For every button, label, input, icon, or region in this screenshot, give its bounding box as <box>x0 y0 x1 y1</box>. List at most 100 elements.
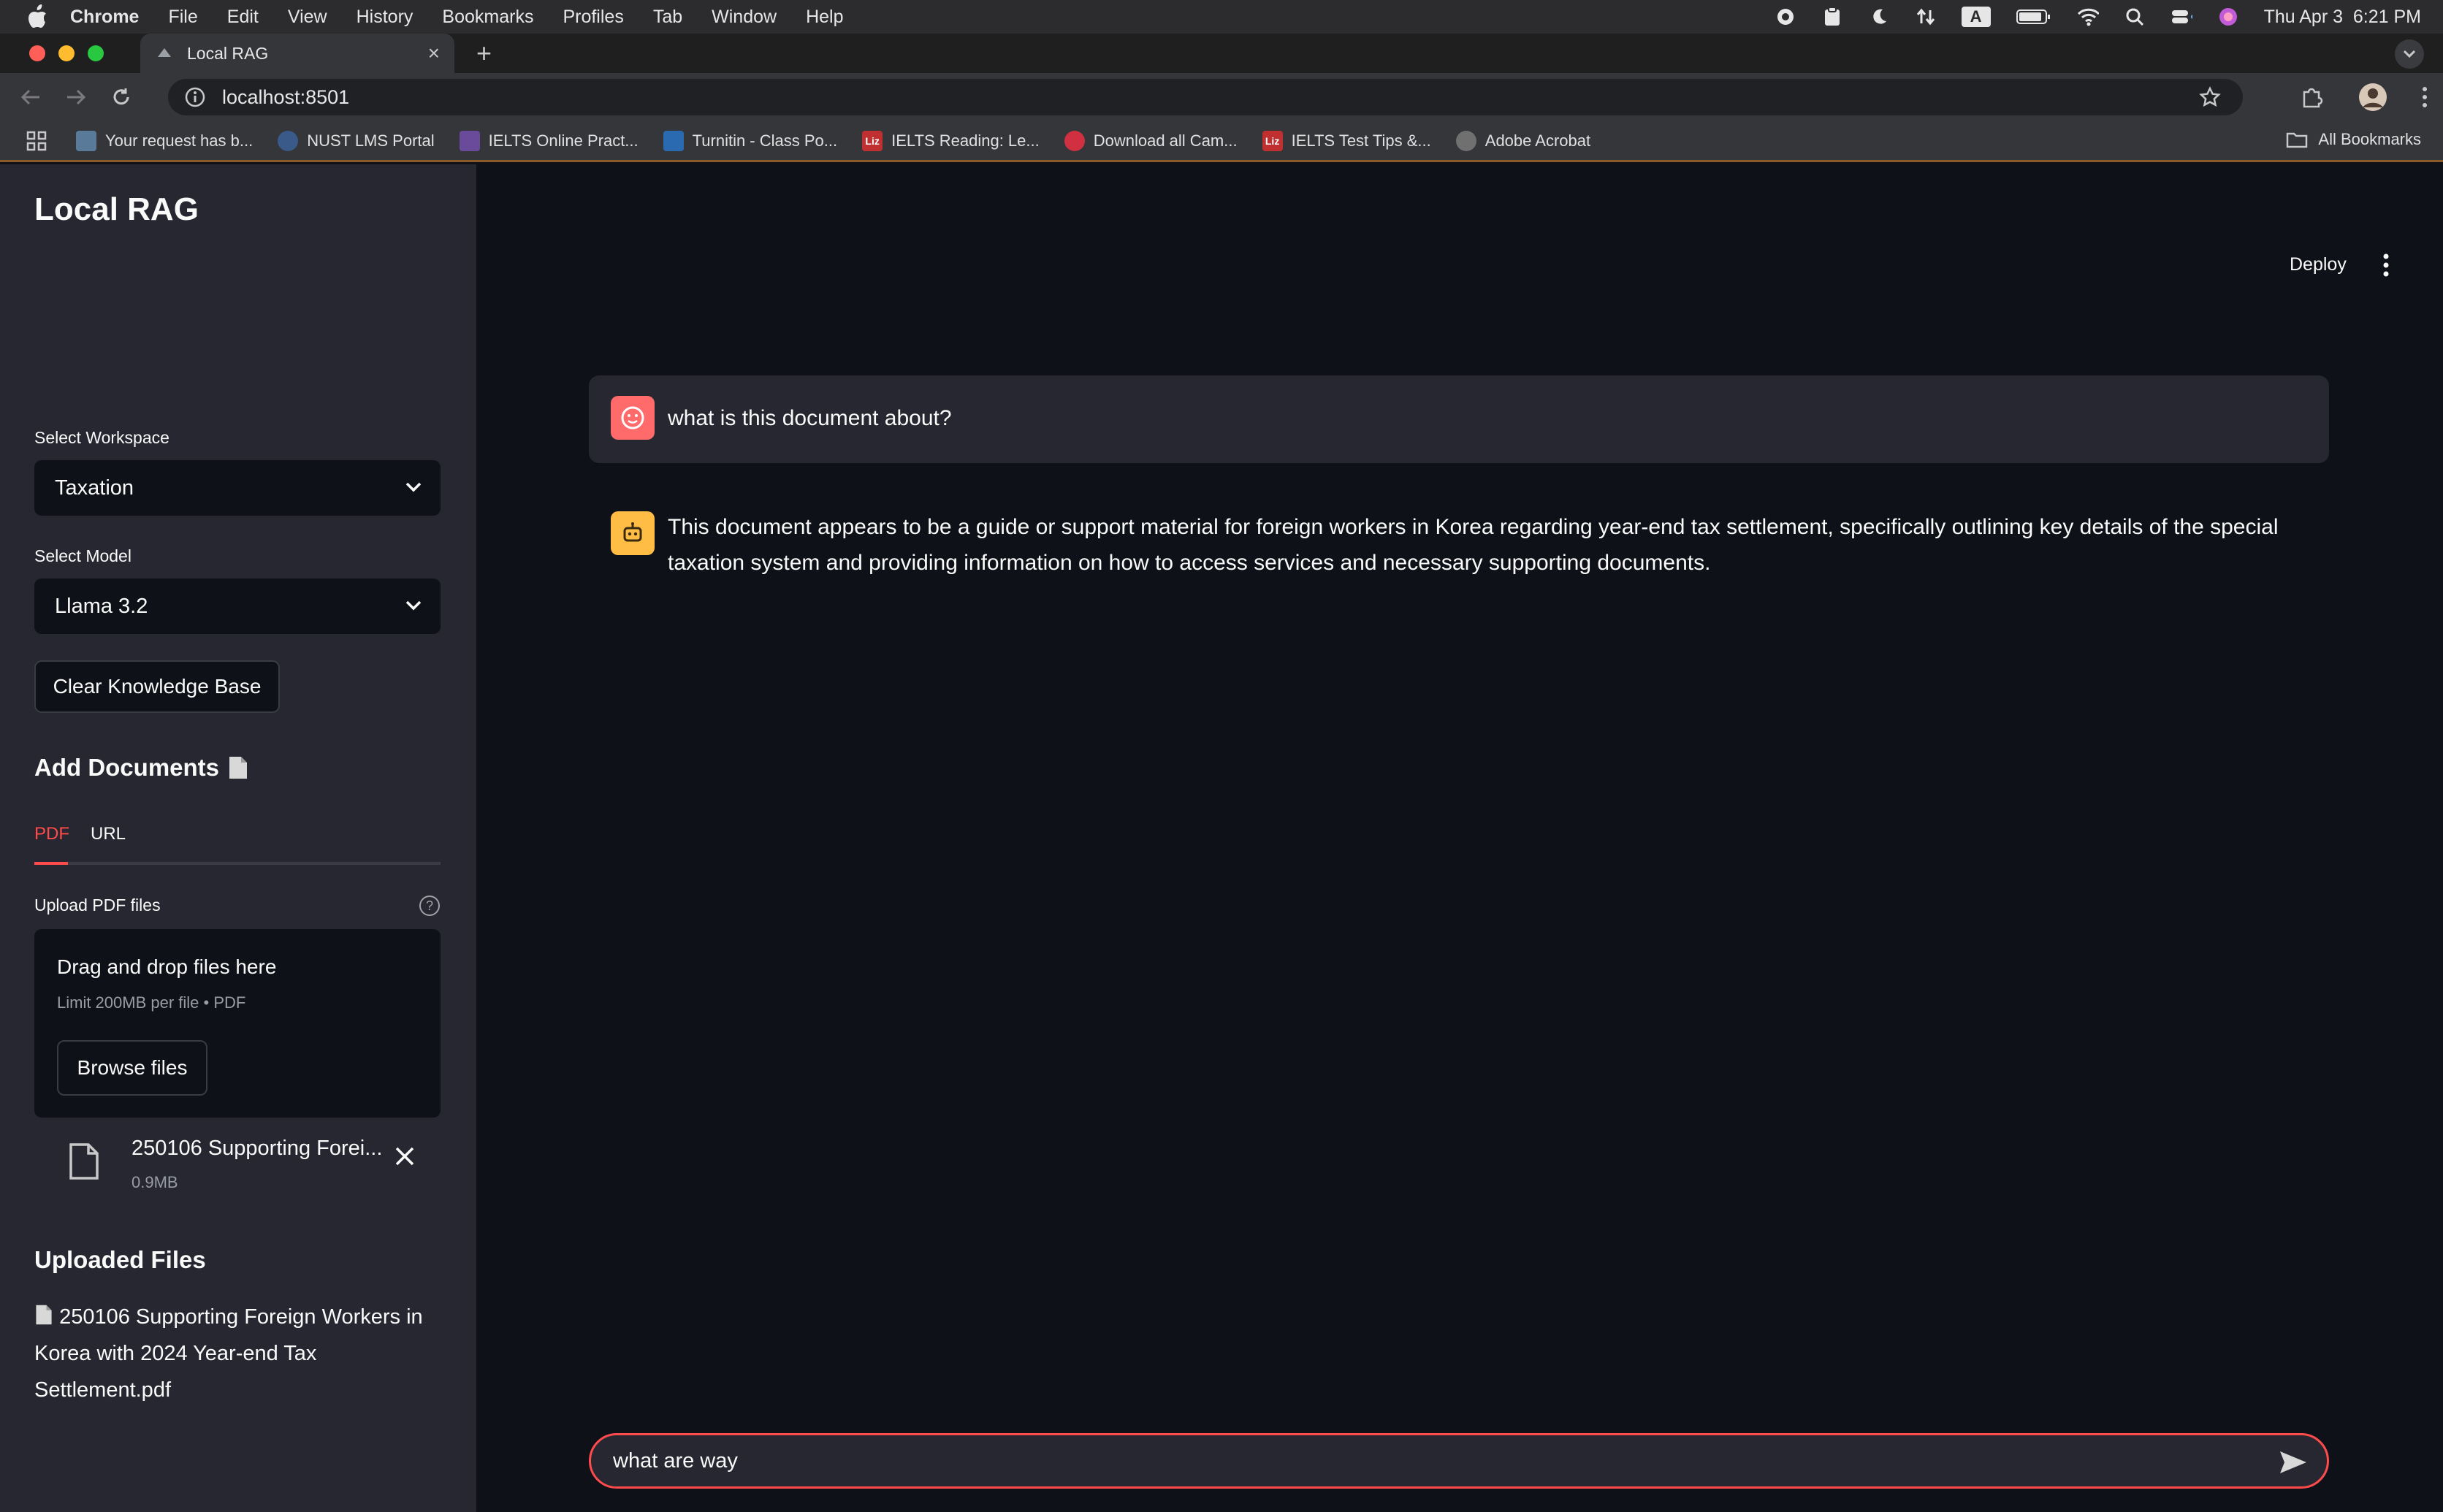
user-avatar-icon <box>611 396 655 440</box>
user-message-text: what is this document about? <box>668 406 952 430</box>
menubar-datetime[interactable]: Thu Apr 3 6:21 PM <box>2264 7 2421 28</box>
close-tab-icon[interactable]: × <box>428 42 440 65</box>
menu-view[interactable]: View <box>288 7 327 28</box>
document-source-tabs: PDF URL <box>34 821 441 865</box>
menu-app-chrome[interactable]: Chrome <box>70 7 139 28</box>
upload-label: Upload PDF files <box>34 896 161 915</box>
forward-icon[interactable] <box>61 83 91 112</box>
remove-file-icon[interactable] <box>394 1145 416 1167</box>
address-bar[interactable]: localhost:8501 <box>168 79 2243 115</box>
bookmark-item[interactable]: Adobe Acrobat <box>1455 130 1590 151</box>
chevron-down-icon <box>405 482 422 492</box>
chevron-down-icon <box>405 600 422 611</box>
siri-icon[interactable] <box>2217 6 2239 28</box>
globe-icon <box>1455 130 1476 151</box>
file-icon <box>69 1143 99 1180</box>
browse-files-button[interactable]: Browse files <box>57 1040 207 1096</box>
close-window-button[interactable] <box>29 45 45 61</box>
app-title: Local RAG <box>34 191 199 227</box>
zoom-window-button[interactable] <box>88 45 104 61</box>
red-icon <box>1064 130 1085 151</box>
model-value: Llama 3.2 <box>55 594 148 618</box>
model-select[interactable]: Llama 3.2 <box>34 579 441 634</box>
nust-icon <box>278 130 299 151</box>
menu-file[interactable]: File <box>168 7 197 28</box>
bookmark-item[interactable]: Liz IELTS Test Tips &... <box>1262 130 1431 151</box>
browser-tab-strip: Local RAG × + <box>0 34 2443 73</box>
input-source-icon[interactable]: A <box>1961 7 1991 27</box>
tab-pdf[interactable]: PDF <box>34 824 69 844</box>
browser-toolbar: localhost:8501 <box>0 73 2443 121</box>
assistant-avatar-icon <box>611 511 655 555</box>
chat-input-field[interactable] <box>611 1444 2219 1478</box>
minimize-window-button[interactable] <box>58 45 75 61</box>
help-icon[interactable]: ? <box>419 896 440 916</box>
tab-search-chevron-icon[interactable] <box>2395 39 2424 69</box>
file-size: 0.9MB <box>132 1173 178 1191</box>
uploaded-file-item: 250106 Supporting Forei... 0.9MB <box>34 1131 441 1196</box>
chrome-menu-icon[interactable] <box>2421 85 2428 112</box>
chat-input[interactable] <box>589 1433 2329 1489</box>
page-icon <box>76 130 96 151</box>
deploy-button[interactable]: Deploy <box>2290 254 2347 275</box>
apps-grid-icon[interactable] <box>26 131 47 151</box>
wifi-icon[interactable] <box>2077 6 2099 28</box>
model-label: Select Model <box>34 546 132 565</box>
workspace-label: Select Workspace <box>34 428 169 447</box>
bookmark-star-icon[interactable] <box>2199 86 2221 108</box>
bookmark-item[interactable]: Liz IELTS Reading: Le... <box>862 130 1040 151</box>
workspace-value: Taxation <box>55 476 134 500</box>
clear-knowledge-base-button[interactable]: Clear Knowledge Base <box>34 660 280 713</box>
menu-help[interactable]: Help <box>806 7 843 28</box>
battery-icon[interactable] <box>2016 6 2052 28</box>
moon-icon[interactable] <box>1868 6 1890 28</box>
document-icon <box>36 1305 52 1325</box>
uploaded-file-entry: 250106 Supporting Foreign Workers in Kor… <box>34 1299 429 1408</box>
streamlit-favicon-icon <box>158 48 171 57</box>
bookmark-item[interactable]: IELTS Online Pract... <box>459 130 639 151</box>
new-tab-icon[interactable]: + <box>476 38 492 69</box>
record-icon[interactable] <box>1775 6 1796 28</box>
menu-bookmarks[interactable]: Bookmarks <box>442 7 533 28</box>
send-icon[interactable] <box>2279 1450 2308 1475</box>
menu-tab[interactable]: Tab <box>653 7 682 28</box>
assistant-message-text: This document appears to be a guide or s… <box>668 515 2279 575</box>
file-name: 250106 Supporting Forei... <box>132 1137 383 1160</box>
chart-icon <box>459 130 480 151</box>
menu-profiles[interactable]: Profiles <box>563 7 623 28</box>
file-dropzone[interactable]: Drag and drop files here Limit 200MB per… <box>34 929 441 1118</box>
dropzone-limit: Limit 200MB per file • PDF <box>57 993 246 1012</box>
workspace-select[interactable]: Taxation <box>34 460 441 516</box>
liz-icon: Liz <box>1262 130 1283 151</box>
dropzone-title: Drag and drop files here <box>57 955 277 978</box>
clipboard-icon[interactable] <box>1821 6 1843 28</box>
document-icon <box>229 757 248 779</box>
bookmark-item[interactable]: NUST LMS Portal <box>278 130 435 151</box>
tab-title: Local RAG <box>187 43 269 63</box>
add-documents-heading: Add Documents <box>34 754 248 782</box>
network-icon[interactable] <box>1915 6 1937 28</box>
menu-history[interactable]: History <box>357 7 413 28</box>
control-center-icon[interactable] <box>2171 6 2192 28</box>
liz-icon: Liz <box>862 130 883 151</box>
all-bookmarks[interactable]: All Bookmarks <box>2286 130 2421 149</box>
reload-icon[interactable] <box>107 83 136 112</box>
uploaded-files-heading: Uploaded Files <box>34 1246 206 1273</box>
profile-avatar[interactable] <box>2358 83 2387 115</box>
menu-window[interactable]: Window <box>712 7 777 28</box>
url-text: localhost:8501 <box>222 85 350 108</box>
spotlight-search-icon[interactable] <box>2124 6 2146 28</box>
tab-local-rag[interactable]: Local RAG × <box>140 34 454 73</box>
bookmark-item[interactable]: Turnitin - Class Po... <box>663 130 837 151</box>
menu-edit[interactable]: Edit <box>227 7 259 28</box>
back-icon[interactable] <box>16 83 45 112</box>
main-menu-icon[interactable] <box>2382 253 2390 278</box>
tab-url[interactable]: URL <box>91 824 126 844</box>
bookmark-item[interactable]: Download all Cam... <box>1064 130 1238 151</box>
extensions-icon[interactable] <box>2300 85 2325 113</box>
bookmark-item[interactable]: Your request has b... <box>76 130 253 151</box>
site-info-icon[interactable] <box>184 86 206 108</box>
uploaded-file-name: 250106 Supporting Foreign Workers in Kor… <box>34 1305 423 1402</box>
active-tab-indicator <box>34 862 68 865</box>
apple-icon[interactable] <box>26 4 53 30</box>
